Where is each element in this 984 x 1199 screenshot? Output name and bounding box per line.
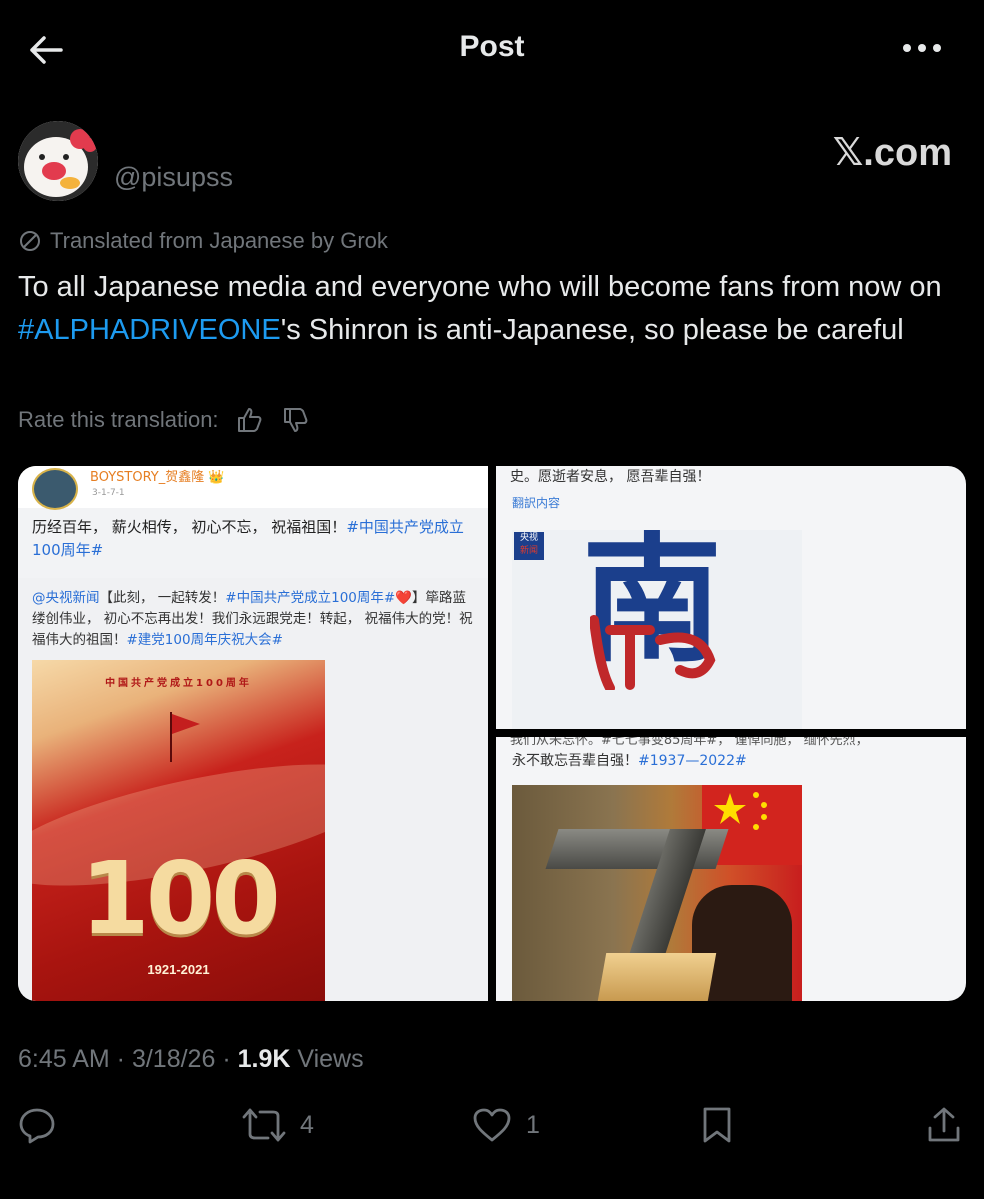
golden-block: [597, 953, 717, 1001]
bookmark-button[interactable]: [700, 1103, 734, 1147]
weibo-tag-3: #建党100周年庆祝大会#: [126, 632, 283, 648]
media-grid: BOYSTORY_贺鑫隆 👑 3-1-7-1 历经百年， 薪火相传， 初心不忘，…: [18, 466, 966, 1001]
like-button[interactable]: 1: [472, 1103, 540, 1147]
meta-separator-1: ·: [109, 1045, 132, 1073]
like-count: 1: [526, 1110, 540, 1139]
media-image-1[interactable]: BOYSTORY_贺鑫隆 👑 3-1-7-1 历经百年， 薪火相传， 初心不忘，…: [18, 466, 488, 1001]
rate-label: Rate this translation:: [18, 407, 219, 432]
more-icon: [903, 44, 941, 52]
avatar-image: [18, 121, 98, 201]
weibo-header: BOYSTORY_贺鑫隆 👑 3-1-7-1: [18, 466, 488, 510]
br-tag: #1937—2022#: [638, 753, 747, 769]
weibo-tag-2: #中国共产党成立100周年#: [225, 590, 396, 606]
share-button[interactable]: [926, 1103, 962, 1147]
red-brush-stroke: [590, 615, 716, 690]
author-handle[interactable]: @pisupss: [114, 162, 233, 193]
bookmark-icon: [703, 1107, 731, 1143]
repost-icon: [242, 1108, 286, 1142]
thumbs-up-button[interactable]: [233, 404, 265, 436]
page-title: Post: [459, 30, 525, 63]
poster-number: 100: [80, 840, 281, 957]
views-label: Views: [290, 1045, 364, 1073]
centenary-poster: 中国共产党成立100周年 100 1921-2021: [32, 660, 325, 1001]
thumbs-down-icon: [283, 408, 307, 432]
post-line-2-text: 's Shinron is anti-Japanese, so please b…: [280, 314, 904, 346]
thumbs-down-button[interactable]: [279, 404, 311, 436]
cctv-logo: 央视 新闻: [514, 532, 544, 560]
weibo-username: BOYSTORY_贺鑫隆 👑: [90, 470, 225, 485]
translation-note: Translated from Japanese by Grok: [18, 228, 388, 254]
cctv-card: 央视 新闻 南: [512, 530, 802, 729]
poster-heading: 中国共产党成立100周年: [105, 678, 252, 689]
repost-button[interactable]: 4: [242, 1103, 314, 1147]
avatar[interactable]: [18, 121, 98, 201]
br-caption: 永不敢忘吾辈自强！#1937—2022#: [512, 750, 747, 770]
weibo-text-2: @央视新闻【此刻， 一起转发！#中国共产党成立100周年#❤️】筚路蓝缕创伟业，…: [32, 588, 477, 651]
weibo-sub: 3-1-7-1: [92, 488, 125, 498]
post-text: To all Japanese media and everyone who w…: [18, 266, 968, 352]
weibo-avatar: [32, 468, 78, 510]
translation-note-text: Translated from Japanese by Grok: [50, 228, 388, 253]
hashtag-link[interactable]: #ALPHADRIVEONE: [18, 314, 281, 346]
post-time: 6:45 AM: [18, 1045, 110, 1073]
x-watermark: 𝕏.com: [832, 132, 952, 174]
meta-separator-2: ·: [215, 1045, 238, 1073]
post-meta: 6:45 AM · 3/18/26 · 1.9K Views: [18, 1045, 364, 1074]
poster-years: 1921-2021: [147, 962, 210, 977]
share-icon: [928, 1107, 960, 1142]
weibo-text-1-plain: 历经百年， 薪火相传， 初心不忘， 祝福祖国！: [32, 518, 347, 536]
cctv-logo-top: 央视: [519, 533, 538, 543]
poster-flag: [172, 714, 200, 734]
rate-translation: Rate this translation:: [18, 404, 311, 436]
translate-icon: [20, 231, 40, 251]
br-caption-text: 永不敢忘吾辈自强！: [512, 753, 638, 769]
views-count: 1.9K: [237, 1045, 291, 1073]
weibo-text-2a: 【此刻， 一起转发！: [99, 590, 226, 606]
thumbs-up-icon: [237, 408, 261, 432]
repost-count: 4: [300, 1110, 314, 1139]
weibo-mention: @央视新闻: [32, 590, 100, 606]
weibo-text-1: 历经百年， 薪火相传， 初心不忘， 祝福祖国！#中国共产党成立100周年#: [32, 516, 472, 562]
media-image-3[interactable]: 我们从未忘怀。#七七事变85周年#， 谨悼同胞， 缅怀先烈， 永不敢忘吾辈自强！…: [496, 737, 966, 1001]
media-image-2[interactable]: 史。愿逝者安息， 愿吾辈自强！ 翻訳内容 央视 新闻 南: [496, 466, 966, 729]
cctv-logo-bottom: 新闻: [519, 546, 538, 556]
post-line-2: #ALPHADRIVEONE's Shinron is anti-Japanes…: [18, 309, 968, 352]
reply-icon: [19, 1108, 55, 1144]
tr-caption: 史。愿逝者安息， 愿吾辈自强！: [510, 469, 711, 485]
post-line-1: To all Japanese media and everyone who w…: [18, 271, 942, 303]
post-date: 3/18/26: [131, 1045, 216, 1073]
tr-translate-link: 翻訳内容: [512, 496, 561, 510]
heart-icon: [473, 1108, 511, 1142]
reply-button[interactable]: [18, 1103, 56, 1147]
more-options-button[interactable]: [896, 28, 948, 68]
anniversary-poster: [512, 785, 802, 1001]
br-caption-partial: 我们从未忘怀。#七七事变85周年#， 谨悼同胞， 缅怀先烈，: [510, 737, 869, 748]
